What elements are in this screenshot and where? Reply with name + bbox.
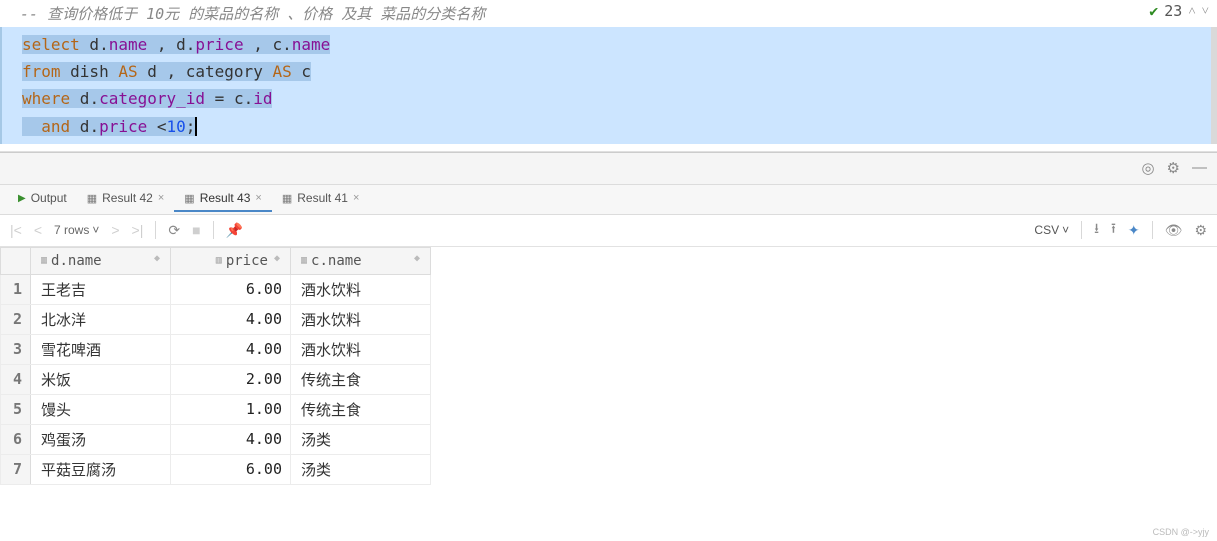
- chevron-up-icon[interactable]: ˄: [1188, 3, 1195, 19]
- column-icon: ▥: [216, 255, 222, 266]
- table-row[interactable]: 3雪花啤酒4.00酒水饮料: [1, 334, 431, 364]
- table-row[interactable]: 7平菇豆腐汤6.00汤类: [1, 454, 431, 484]
- play-icon: ▶: [18, 193, 26, 204]
- cell-dname[interactable]: 馒头: [31, 394, 171, 424]
- row-number: 1: [1, 274, 31, 304]
- refresh-icon[interactable]: ⟳: [168, 222, 180, 239]
- cell-price[interactable]: 4.00: [171, 334, 291, 364]
- tab-result-41[interactable]: ▦ Result 41 ×: [272, 186, 370, 212]
- column-header-dname[interactable]: ▥d.name◆: [31, 247, 171, 274]
- table-row[interactable]: 4米饭2.00传统主食: [1, 364, 431, 394]
- sort-icon[interactable]: ◆: [414, 253, 420, 264]
- divider: [1152, 221, 1153, 239]
- cell-dname[interactable]: 王老吉: [31, 274, 171, 304]
- minimize-icon[interactable]: —: [1192, 159, 1207, 176]
- tab-label: Result 43: [200, 191, 251, 205]
- chevron-down-icon[interactable]: ˅: [1202, 3, 1209, 19]
- cell-dname[interactable]: 雪花啤酒: [31, 334, 171, 364]
- problems-check-icon[interactable]: ✔: [1149, 2, 1158, 20]
- upload-icon[interactable]: ⭱: [1111, 218, 1116, 242]
- tab-label: Result 42: [102, 191, 153, 205]
- row-number: 4: [1, 364, 31, 394]
- cell-price[interactable]: 2.00: [171, 364, 291, 394]
- column-icon: ▥: [41, 255, 47, 266]
- cell-cname[interactable]: 汤类: [291, 424, 431, 454]
- close-icon[interactable]: ×: [255, 192, 261, 204]
- cell-price[interactable]: 4.00: [171, 424, 291, 454]
- table-header-row: ▥d.name◆ ▥price◆ ▥c.name◆: [1, 247, 431, 274]
- row-number-header: [1, 247, 31, 274]
- column-header-cname[interactable]: ▥c.name◆: [291, 247, 431, 274]
- close-icon[interactable]: ×: [158, 192, 164, 204]
- watermark: CSDN @->yjy: [1153, 527, 1209, 537]
- cell-dname[interactable]: 米饭: [31, 364, 171, 394]
- column-header-price[interactable]: ▥price◆: [171, 247, 291, 274]
- eye-icon[interactable]: 👁: [1165, 222, 1183, 239]
- row-number: 2: [1, 304, 31, 334]
- next-page-icon: >: [111, 222, 119, 238]
- divider: [1081, 221, 1082, 239]
- copy-data-icon[interactable]: ✦: [1128, 222, 1140, 239]
- target-icon[interactable]: ◎: [1141, 159, 1154, 177]
- cell-price[interactable]: 6.00: [171, 454, 291, 484]
- download-icon[interactable]: ⭳: [1094, 218, 1099, 242]
- gear-icon[interactable]: ⚙: [1167, 159, 1180, 177]
- cell-cname[interactable]: 酒水饮料: [291, 304, 431, 334]
- table-row[interactable]: 1王老吉6.00酒水饮料: [1, 274, 431, 304]
- prev-page-icon: <: [34, 222, 42, 238]
- close-icon[interactable]: ×: [353, 192, 359, 204]
- result-tabs: ▶ Output ▦ Result 42 × ▦ Result 43 × ▦ R…: [0, 185, 1217, 215]
- last-page-icon: >|: [132, 222, 144, 238]
- divider: [155, 221, 156, 239]
- tab-label: Output: [31, 191, 67, 205]
- sort-icon[interactable]: ◆: [274, 253, 280, 264]
- gear-icon[interactable]: ⚙: [1194, 222, 1207, 239]
- table-row[interactable]: 6鸡蛋汤4.00汤类: [1, 424, 431, 454]
- sort-icon[interactable]: ◆: [154, 253, 160, 264]
- result-grid[interactable]: ▥d.name◆ ▥price◆ ▥c.name◆ 1王老吉6.00酒水饮料2北…: [0, 247, 1217, 485]
- cell-price[interactable]: 4.00: [171, 304, 291, 334]
- tab-label: Result 41: [297, 191, 348, 205]
- first-page-icon: |<: [10, 222, 22, 238]
- table-row[interactable]: 5馒头1.00传统主食: [1, 394, 431, 424]
- chevron-down-icon: ˅: [92, 223, 99, 237]
- pin-icon[interactable]: 📌: [226, 222, 243, 239]
- sql-code[interactable]: select d.name , d.price , c.name from di…: [0, 27, 1217, 144]
- cell-dname[interactable]: 平菇豆腐汤: [31, 454, 171, 484]
- problems-count[interactable]: 23: [1164, 2, 1182, 20]
- export-format-dropdown[interactable]: CSV ˅: [1034, 223, 1069, 237]
- cell-price[interactable]: 1.00: [171, 394, 291, 424]
- cell-cname[interactable]: 酒水饮料: [291, 334, 431, 364]
- editor-bottom-strip: [0, 144, 1217, 152]
- table-row[interactable]: 2北冰洋4.00酒水饮料: [1, 304, 431, 334]
- results-header-bar: ◎ ⚙ —: [0, 153, 1217, 185]
- sql-editor[interactable]: -- 查询价格低于 10元 的菜品的名称 、价格 及其 菜品的分类名称 ✔ 23…: [0, 0, 1217, 153]
- divider: [213, 221, 214, 239]
- grid-icon: ▦: [87, 192, 97, 205]
- row-number: 6: [1, 424, 31, 454]
- cell-cname[interactable]: 酒水饮料: [291, 274, 431, 304]
- cell-dname[interactable]: 鸡蛋汤: [31, 424, 171, 454]
- cell-cname[interactable]: 传统主食: [291, 394, 431, 424]
- tab-output[interactable]: ▶ Output: [8, 186, 77, 212]
- grid-icon: ▦: [282, 192, 292, 205]
- cell-price[interactable]: 6.00: [171, 274, 291, 304]
- cell-cname[interactable]: 传统主食: [291, 364, 431, 394]
- tab-result-43[interactable]: ▦ Result 43 ×: [174, 186, 272, 212]
- row-number: 5: [1, 394, 31, 424]
- cell-dname[interactable]: 北冰洋: [31, 304, 171, 334]
- stop-icon: ■: [192, 222, 200, 238]
- cell-cname[interactable]: 汤类: [291, 454, 431, 484]
- sql-comment: -- 查询价格低于 10元 的菜品的名称 、价格 及其 菜品的分类名称 ✔ 23…: [0, 0, 1217, 27]
- tab-result-42[interactable]: ▦ Result 42 ×: [77, 186, 175, 212]
- results-toolbar: |< < 7 rows ˅ > >| ⟳ ■ 📌 CSV ˅ ⭳ ⭱ ✦ 👁 ⚙: [0, 215, 1217, 247]
- column-icon: ▥: [301, 255, 307, 266]
- row-number: 7: [1, 454, 31, 484]
- row-number: 3: [1, 334, 31, 364]
- grid-icon: ▦: [184, 192, 194, 205]
- row-count-dropdown[interactable]: 7 rows ˅: [54, 223, 99, 237]
- chevron-down-icon: ˅: [1062, 223, 1069, 237]
